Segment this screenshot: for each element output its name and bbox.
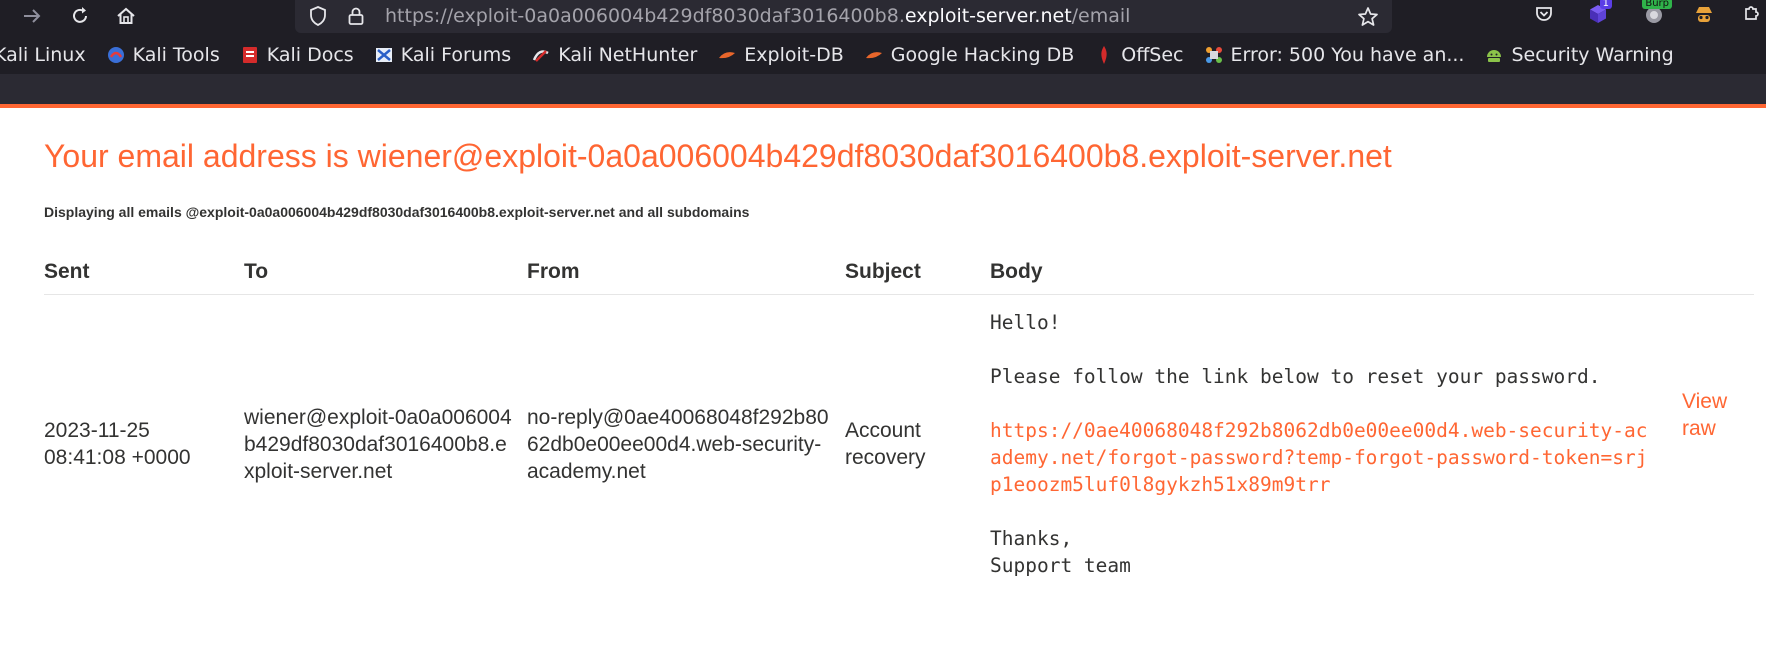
puzzle-icon [1740, 3, 1762, 30]
bookmark-kali-tools[interactable]: Kali Tools [106, 44, 220, 66]
extension-badge: 1 [1599, 0, 1612, 9]
bookmark-label: OffSec [1121, 44, 1184, 66]
arrow-right-icon [21, 5, 43, 27]
column-header-from: From [527, 250, 845, 295]
email-actions: View raw [1682, 295, 1754, 580]
reload-icon [69, 5, 91, 27]
emails-table: Sent To From Subject Body 2023-11-25 08:… [44, 250, 1754, 579]
bookmark-label: Kali NetHunter [558, 44, 698, 66]
ghdb-icon [864, 45, 884, 65]
kali-docs-icon [240, 45, 260, 65]
spy-extension-button[interactable] [1684, 0, 1724, 32]
bookmark-label: Kali Tools [132, 44, 220, 66]
shield-icon[interactable] [307, 5, 329, 32]
address-bar[interactable]: https://exploit-0a0a006004b429df8030daf3… [295, 0, 1392, 33]
column-header-actions [1682, 250, 1754, 295]
page-title: Your email address is wiener@exploit-0a0… [44, 138, 1392, 174]
email-to: wiener@exploit-0a0a006004b429df8030daf30… [244, 295, 527, 580]
email-from-text: no-reply@0ae40068048f292b8062db0e00ee00d… [527, 405, 829, 483]
email-subject: Account recovery [845, 419, 926, 469]
bookmark-label: Kali Linux [0, 44, 86, 66]
reset-password-link[interactable]: https://0ae40068048f292b8062db0e00ee00d4… [990, 419, 1647, 496]
bookmark-label: Exploit-DB [744, 44, 844, 66]
home-button[interactable] [108, 0, 144, 32]
table-row: 2023-11-25 08:41:08 +0000 wiener@exploit… [44, 295, 1754, 580]
kali-tools-icon [106, 45, 126, 65]
android-icon [1484, 45, 1504, 65]
nethunter-icon [531, 45, 551, 65]
column-header-to: To [244, 250, 527, 295]
bookmark-kali-forums[interactable]: Kali Forums [374, 44, 512, 66]
bookmark-kali-linux[interactable]: Kali Linux [0, 44, 86, 66]
joomla-icon [1204, 45, 1224, 65]
bookmark-label: Google Hacking DB [890, 44, 1075, 66]
burp-extension-button[interactable]: Burp [1634, 0, 1674, 32]
table-header-row: Sent To From Subject Body [44, 250, 1754, 295]
home-icon [115, 5, 137, 27]
email-body-content: Hello! Please follow the link below to r… [990, 309, 1652, 579]
browser-toolbar: https://exploit-0a0a006004b429df8030daf3… [0, 0, 1766, 36]
email-body: Hello! Please follow the link below to r… [990, 295, 1682, 580]
forward-button[interactable] [14, 0, 50, 32]
pocket-button[interactable] [1524, 0, 1564, 32]
kali-forums-icon [374, 45, 394, 65]
bookmarks-bar: Kali Linux Kali Tools Kali Docs Kali For… [0, 36, 1766, 74]
email-sent: 2023-11-25 08:41:08 +0000 [44, 419, 191, 469]
bookmark-error-500[interactable]: Error: 500 You have an... [1204, 44, 1465, 66]
bookmark-security-warning[interactable]: Security Warning [1484, 44, 1674, 66]
bookmark-star-icon[interactable] [1356, 5, 1380, 34]
email-to-text: wiener@exploit-0a0a006004b429df8030daf30… [244, 405, 512, 483]
bookmark-kali-nethunter[interactable]: Kali NetHunter [531, 44, 697, 66]
bookmark-label: Error: 500 You have an... [1230, 44, 1465, 66]
bookmark-kali-docs[interactable]: Kali Docs [240, 44, 354, 66]
burp-badge: Burp [1642, 0, 1672, 9]
bookmark-label: Kali Docs [266, 44, 354, 66]
bookmark-exploit-db[interactable]: Exploit-DB [717, 44, 844, 66]
findbar-strip [0, 74, 1766, 104]
extension-button[interactable]: 1 [1578, 0, 1618, 32]
header-accent-line [0, 104, 1766, 108]
offsec-icon [1094, 45, 1114, 65]
column-header-sent: Sent [44, 250, 244, 295]
body-intro: Please follow the link below to reset yo… [990, 365, 1601, 388]
column-header-body: Body [990, 250, 1682, 295]
url-text[interactable]: https://exploit-0a0a006004b429df8030daf3… [385, 5, 1130, 27]
exploitdb-icon [717, 45, 737, 65]
email-from: no-reply@0ae40068048f292b8062db0e00ee00d… [527, 295, 845, 580]
body-signoff: Thanks, Support team [990, 527, 1131, 577]
column-header-subject: Subject [845, 250, 990, 295]
spy-icon [1692, 2, 1716, 31]
reload-button[interactable] [62, 0, 98, 32]
bookmark-google-hacking-db[interactable]: Google Hacking DB [864, 44, 1075, 66]
view-raw-link[interactable]: View raw [1682, 388, 1742, 442]
body-greeting: Hello! [990, 311, 1061, 334]
page-subtitle: Displaying all emails @exploit-0a0a00600… [44, 204, 750, 220]
bookmark-offsec[interactable]: OffSec [1094, 44, 1184, 66]
bookmark-label: Security Warning [1511, 44, 1674, 66]
extensions-menu-button[interactable] [1736, 0, 1766, 32]
bookmark-label: Kali Forums [400, 44, 512, 66]
pocket-icon [1533, 3, 1555, 30]
lock-icon[interactable] [345, 5, 367, 32]
